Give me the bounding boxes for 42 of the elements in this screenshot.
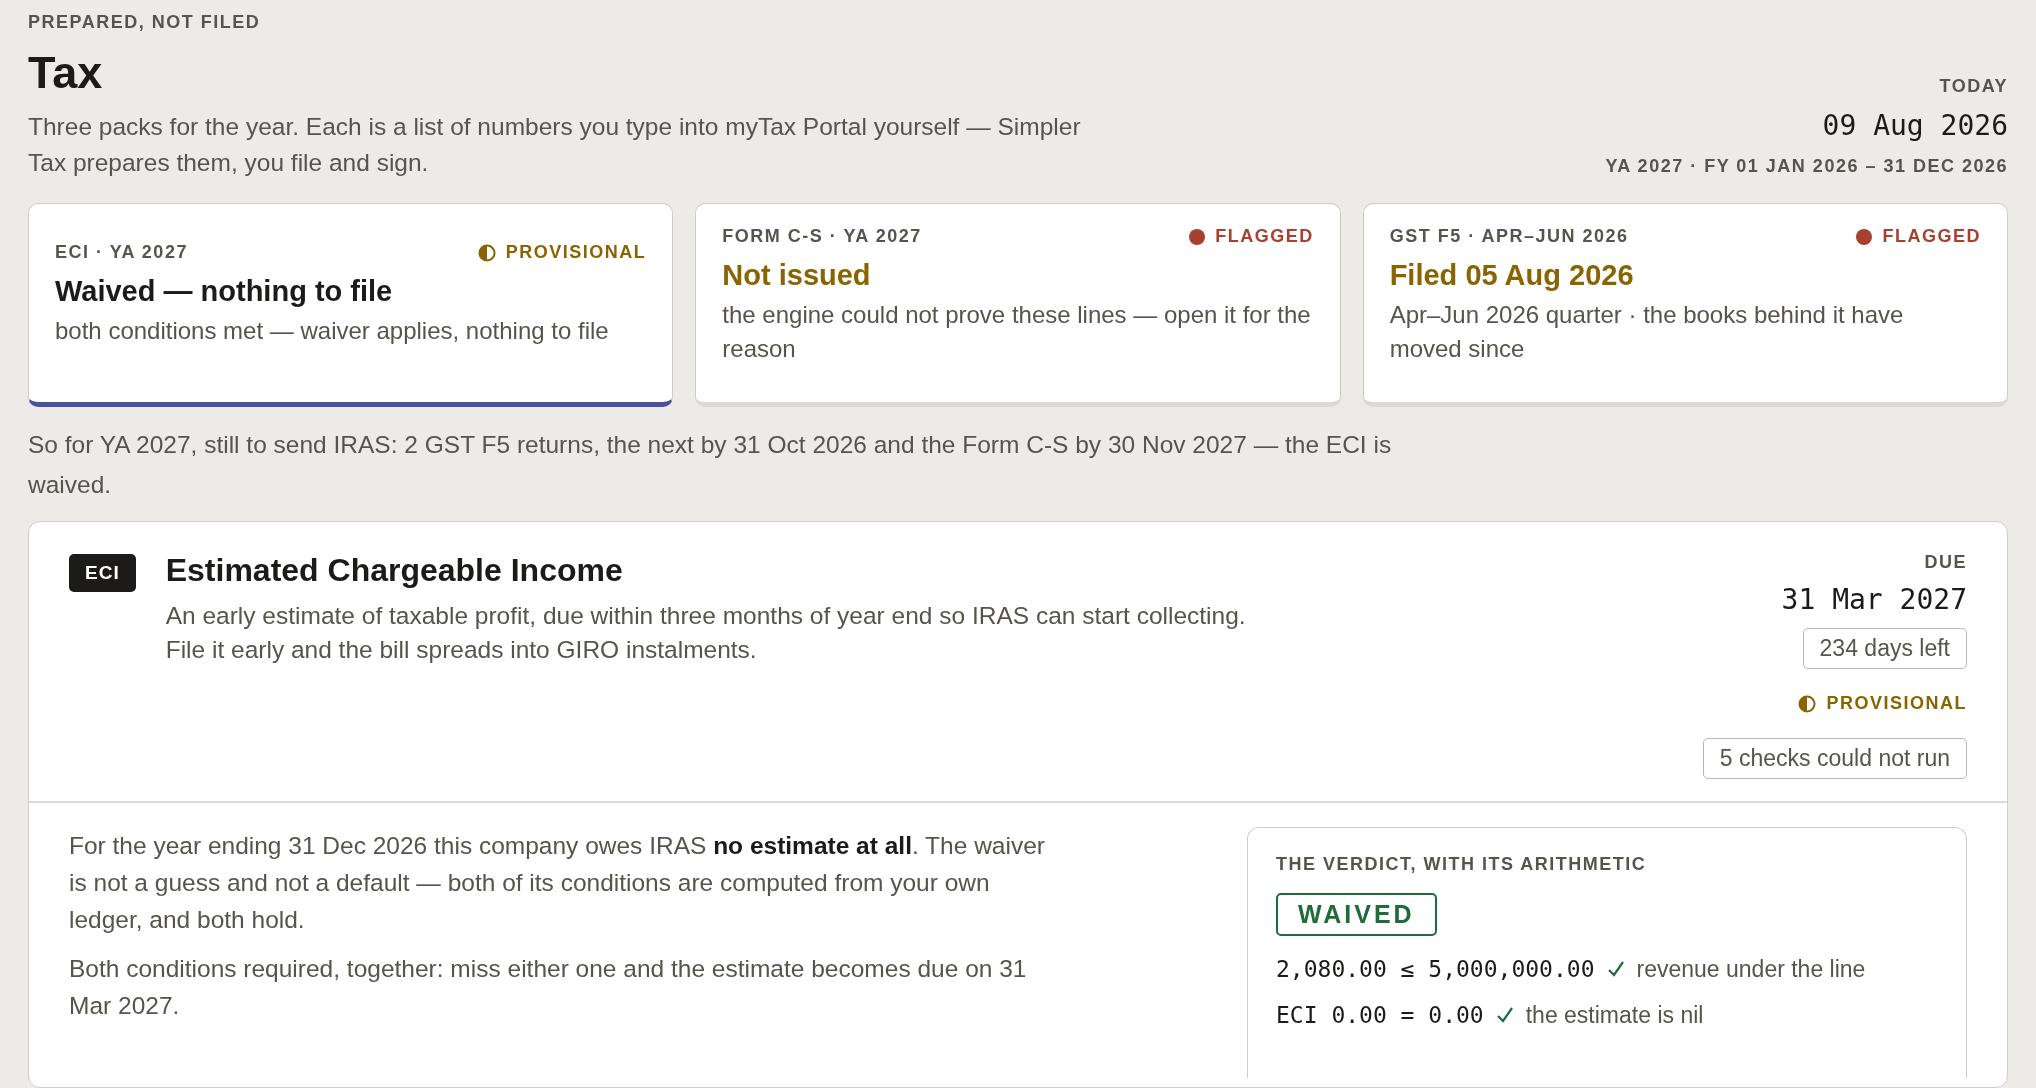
dot-icon (1856, 228, 1873, 245)
half-circle-icon (477, 243, 496, 262)
pack-card[interactable]: FORM C-S · YA 2027 FLAGGED Not issued the engine could not prove these lines — open it for the reason (695, 203, 1341, 407)
arithmetic-expression: ECI 0.00 = 0.00 (1276, 1002, 1484, 1028)
section-title: Estimated Chargeable Income (165, 552, 624, 589)
fiscal-period: YA 2027 · FY 01 JAN 2026 – 31 DEC 2026 (1605, 156, 2008, 177)
verdict-result: WAIVED (1276, 893, 1437, 936)
pack-note: the engine could not prove these lines — open it for the reason (722, 300, 1312, 364)
pack-label: FORM C-S · YA 2027 (722, 226, 922, 247)
pack-card[interactable]: ECI · YA 2027 PROVISIONAL Waived — nothing to file both conditions met — waiver applies, nothing to file (28, 203, 674, 407)
days-left-tag: 234 days left (1802, 628, 1967, 669)
section-badge: ECI (69, 554, 136, 592)
body-paragraph: Both conditions required, together: miss either one and the estimate becomes due on 31 Mar 2027. (69, 954, 1028, 1021)
checks-tag[interactable]: 5 checks could not run (1702, 738, 1967, 779)
pack-label: GST F5 · APR–JUN 2026 (1389, 226, 1629, 247)
arithmetic-note: revenue under the line (1636, 955, 1866, 983)
status-label: PROVISIONAL (1826, 693, 1967, 714)
status-label: PROVISIONAL (505, 242, 647, 263)
pack-note: Apr–Jun 2026 quarter · the books behind it have moved since (1389, 300, 1905, 364)
pack-headline: Not issued (722, 259, 872, 292)
summary-text: So for YA 2027, still to send IRAS: 2 GST F5 returns, the next by 31 Oct 2026 and the Form C-S by 30 Nov 2027 — the ECI is waived. (28, 430, 1393, 500)
pack-headline: Filed 05 Aug 2026 (1389, 259, 1635, 292)
pack-card[interactable]: GST F5 · APR–JUN 2026 FLAGGED Filed 05 Aug 2026 Apr–Jun 2026 quarter · the books behind it have moved since (1362, 203, 2008, 407)
pack-label: ECI · YA 2027 (55, 242, 188, 263)
half-circle-icon (1798, 694, 1817, 713)
today-date: 09 Aug 2026 (1822, 109, 2008, 142)
due-label: DUE (1924, 552, 1967, 573)
due-date: 31 Mar 2027 (1781, 583, 1967, 616)
page-title: Tax (28, 47, 104, 99)
pack-headline: Waived — nothing to file (55, 275, 394, 308)
status-label: FLAGGED (1215, 226, 1314, 247)
verdict-title: THE VERDICT, WITH ITS ARITHMETIC (1276, 854, 1647, 875)
section-description: An early estimate of taxable profit, due within three months of year end so IRAS can start collecting. File it early and the bill spreads into GIRO instalments. (165, 601, 1246, 665)
today-label: TODAY (1939, 76, 2008, 97)
status-label: FLAGGED (1882, 226, 1981, 247)
page-description: Three packs for the year. Each is a list of numbers you type into myTax Portal yourself — Simpler Tax prepares them, you file and sign. (28, 112, 1082, 178)
dot-icon (1189, 228, 1206, 245)
body-paragraph: For the year ending 31 Dec 2026 this company owes IRAS no estimate at all. The waiver is not a guess and not a default — both of its conditions are computed from your own ledger, and both hold. (69, 831, 1046, 935)
arithmetic-expression: 2,080.00 ≤ 5,000,000.00 (1276, 956, 1595, 982)
eyebrow-label: PREPARED, NOT FILED (28, 12, 262, 33)
arithmetic-note: the estimate is nil (1525, 1001, 1704, 1029)
pack-note: both conditions met — waiver applies, nothing to file (55, 316, 610, 346)
